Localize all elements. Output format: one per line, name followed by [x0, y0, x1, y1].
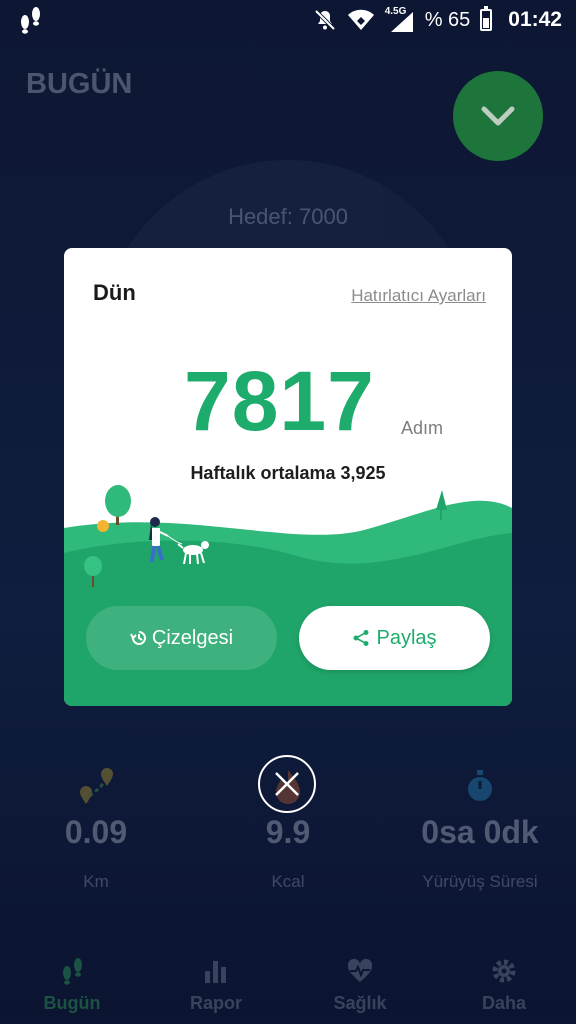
footsteps-icon	[63, 958, 82, 985]
nav-today[interactable]: Bugün	[0, 945, 144, 1024]
dialog-title: Dün	[93, 280, 136, 305]
stat-calories-label: Kcal	[271, 872, 305, 891]
gear-icon	[492, 959, 516, 983]
chevron-down-icon	[481, 106, 515, 126]
bar-chart-icon	[205, 961, 226, 983]
chart-button-label: Çizelgesi	[151, 626, 234, 649]
step-count: 7817	[184, 354, 375, 448]
nav-health[interactable]: Sağlık	[288, 945, 432, 1024]
stat-duration-value: 0sa 0dk	[421, 814, 539, 850]
collapse-button[interactable]	[453, 71, 543, 161]
stat-duration-label: Yürüyüş Süresi	[422, 872, 538, 891]
reminder-settings-link[interactable]: Hatırlatıcı Ayarları	[351, 286, 486, 306]
share-button-label: Paylaş	[376, 626, 437, 649]
nav-report[interactable]: Rapor	[144, 945, 288, 1024]
close-icon	[275, 772, 299, 796]
chart-button[interactable]: Çizelgesi	[86, 606, 277, 670]
history-icon	[130, 631, 146, 645]
nav-report-label: Rapor	[189, 993, 242, 1013]
stat-distance-value: 0.09	[64, 814, 128, 850]
heart-pulse-icon	[347, 958, 373, 982]
step-unit: Adım	[401, 418, 444, 438]
share-icon	[353, 630, 369, 646]
route-pin-icon	[80, 768, 113, 804]
nav-more[interactable]: Daha	[432, 945, 576, 1024]
walking-scene-illustration	[64, 485, 512, 706]
stopwatch-icon	[468, 770, 492, 801]
nav-more-label: Daha	[481, 993, 526, 1013]
nav-today-label: Bugün	[43, 993, 101, 1013]
nav-health-label: Sağlık	[333, 993, 387, 1013]
share-button[interactable]: Paylaş	[299, 606, 490, 670]
yesterday-summary-dialog: Dün Hatırlatıcı Ayarları 7817 Adım Hafta…	[64, 248, 512, 706]
stat-distance-label: Km	[83, 872, 109, 891]
step-target: Hedef: 7000	[228, 204, 348, 229]
stat-calories-value: 9.9	[265, 814, 311, 850]
bottom-navigation: Bugün Rapor Sağlık Daha	[0, 945, 576, 1024]
page-title: BUGÜN	[26, 68, 133, 100]
close-dialog-button[interactable]	[258, 755, 316, 813]
